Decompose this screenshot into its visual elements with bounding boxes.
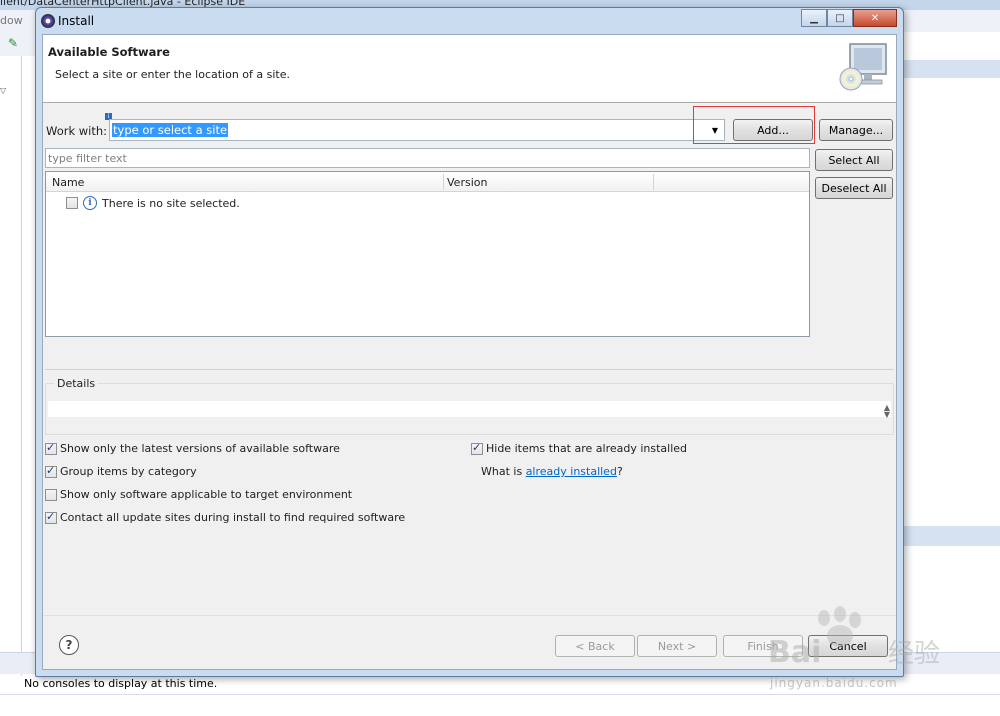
wizard-header: Available Software Select a site or ente… [43, 35, 896, 103]
details-group: Details ▲ ▼ [45, 377, 894, 435]
ide-menu-window[interactable]: dow [0, 14, 23, 27]
spinner-arrows-icon[interactable]: ▲ ▼ [884, 404, 890, 419]
ide-editor-area [904, 32, 1000, 652]
checkbox-checked[interactable] [471, 441, 483, 455]
wizard-title: Available Software [48, 45, 170, 59]
info-icon: i [83, 196, 97, 210]
software-table: Name Version i There is no site selected… [45, 171, 810, 337]
option-group-by-category[interactable]: Group items by category [45, 464, 197, 478]
work-with-label: Work with: [46, 124, 108, 138]
option-latest-versions[interactable]: Show only the latest versions of availab… [45, 441, 340, 455]
wizard-description: Select a site or enter the location of a… [55, 68, 291, 81]
details-label: Details [54, 377, 99, 390]
section-divider [45, 369, 894, 370]
already-installed-question: What is already installed ? [481, 465, 623, 478]
eclipse-icon [41, 14, 55, 28]
ide-left-panel: ▽ [0, 56, 22, 676]
help-icon[interactable]: ? [59, 635, 79, 655]
checkbox-checked[interactable] [45, 441, 57, 455]
collapse-arrow-icon[interactable]: ▽ [0, 86, 6, 95]
footer-divider [43, 615, 896, 616]
finish-button[interactable]: Finish [723, 635, 803, 657]
dialog-titlebar[interactable]: Install ▁ □ ✕ [36, 8, 903, 34]
checkbox-checked[interactable] [45, 510, 57, 524]
ide-toolbar: ✎ [0, 32, 36, 56]
manage-button[interactable]: Manage... [819, 119, 893, 141]
question-prefix: What is [481, 465, 526, 478]
details-text-area[interactable] [48, 401, 891, 417]
add-button[interactable]: Add... [733, 119, 813, 141]
console-message: No consoles to display at this time. [24, 677, 218, 690]
dialog-content: Available Software Select a site or ente… [42, 34, 897, 670]
chevron-down-icon[interactable]: ▼ [707, 121, 723, 139]
deselect-all-button[interactable]: Deselect All [815, 177, 893, 199]
option-contact-update-sites[interactable]: Contact all update sites during install … [45, 510, 406, 524]
maximize-button[interactable]: □ [827, 9, 853, 27]
checkbox-unchecked[interactable] [45, 488, 57, 501]
work-with-input[interactable]: type or select a site [112, 123, 229, 137]
row-checkbox[interactable] [66, 197, 78, 209]
option-label: Hide items that are already installed [486, 442, 688, 455]
column-divider[interactable] [653, 174, 654, 190]
ide-statusbar [0, 694, 1000, 716]
column-divider[interactable] [443, 174, 444, 190]
install-monitor-cd-icon [839, 43, 887, 91]
next-button[interactable]: Next > [637, 635, 717, 657]
table-header: Name Version [46, 172, 809, 192]
option-label: Show only the latest versions of availab… [60, 442, 340, 455]
question-suffix: ? [616, 465, 623, 478]
option-target-environment[interactable]: Show only software applicable to target … [45, 488, 352, 501]
minimize-button[interactable]: ▁ [801, 9, 827, 27]
dialog-title: Install [58, 14, 95, 28]
filter-placeholder: type filter text [48, 152, 127, 165]
install-dialog: Install ▁ □ ✕ Available Software Select … [35, 7, 904, 677]
close-button[interactable]: ✕ [853, 9, 897, 27]
table-row[interactable]: i There is no site selected. [66, 194, 240, 212]
ide-editor-tab-strip [904, 60, 1000, 78]
select-all-button[interactable]: Select All [815, 149, 893, 171]
row-text: There is no site selected. [102, 196, 240, 210]
pin-icon[interactable]: ✎ [8, 36, 18, 50]
option-label: Show only software applicable to target … [60, 488, 353, 501]
option-label: Contact all update sites during install … [60, 511, 406, 524]
work-with-combo[interactable]: type or select a site ▼ [109, 119, 725, 141]
watermark-url: jingyan.baidu.com [770, 676, 898, 690]
option-hide-installed[interactable]: Hide items that are already installed [471, 441, 688, 455]
already-installed-link[interactable]: already installed [526, 465, 617, 478]
window-controls: ▁ □ ✕ [801, 9, 897, 27]
cancel-button[interactable]: Cancel [808, 635, 888, 657]
checkbox-checked[interactable] [45, 464, 57, 478]
column-header-name[interactable]: Name [52, 176, 84, 189]
option-label: Group items by category [60, 465, 197, 478]
column-header-version[interactable]: Version [447, 176, 487, 189]
back-button[interactable]: < Back [555, 635, 635, 657]
filter-field[interactable]: type filter text [45, 148, 810, 168]
ide-editor-highlight-line [904, 526, 1000, 546]
